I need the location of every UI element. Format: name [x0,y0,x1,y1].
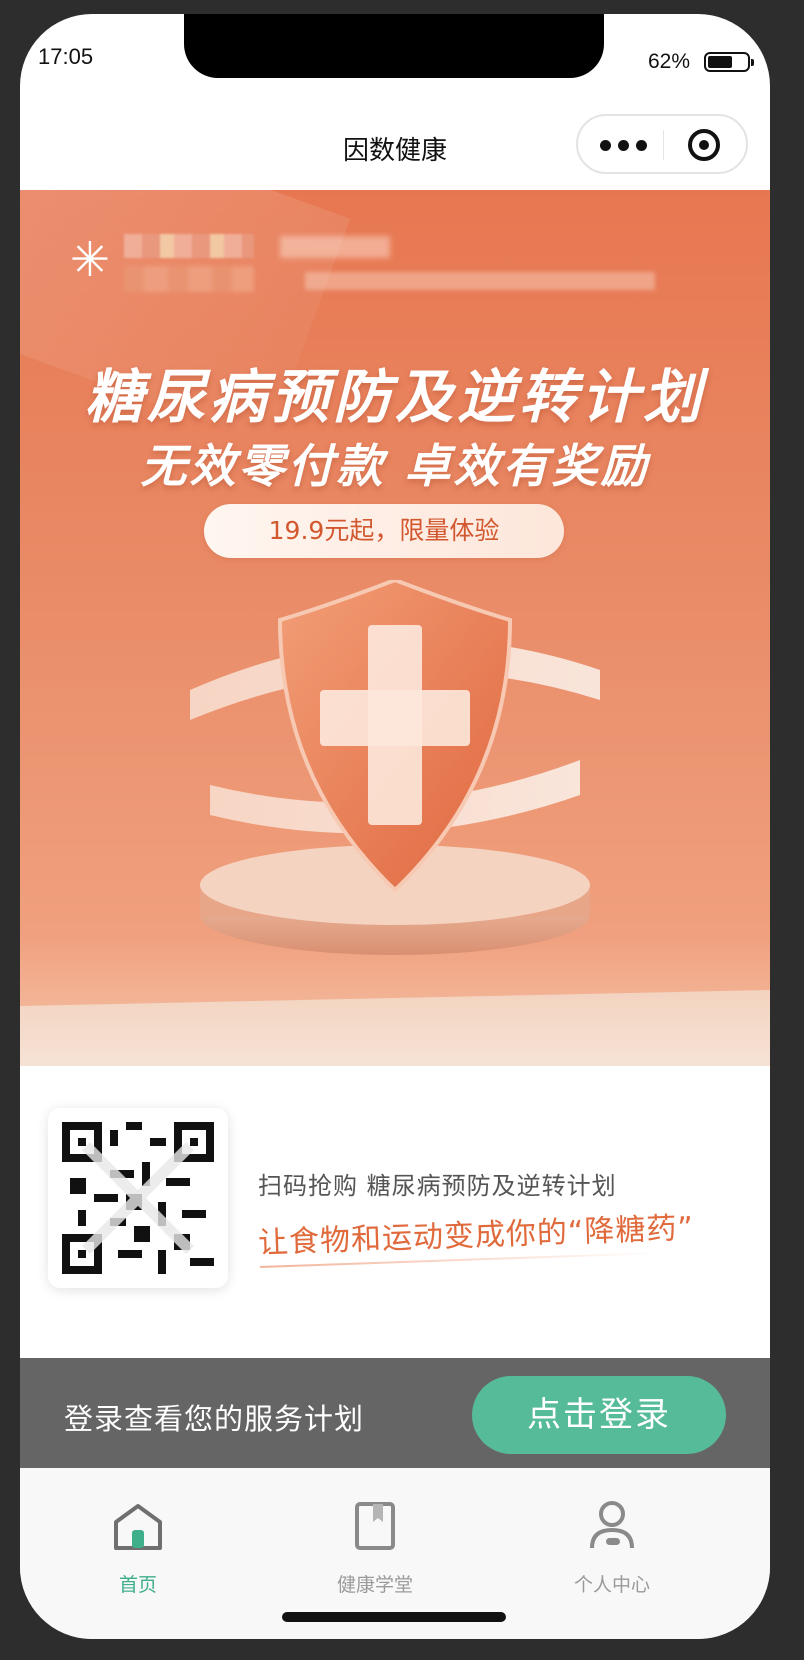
miniprogram-capsule [576,114,748,174]
status-time: 17:05 [38,44,94,69]
person-icon [590,1501,634,1549]
book-icon [355,1502,395,1550]
login-prompt-text: 登录查看您的服务计划 [64,1402,365,1436]
brand-logo-icon: ✳ [69,232,111,288]
qr-code[interactable] [48,1108,228,1288]
battery-icon [704,52,754,72]
home-indicator [282,1612,506,1622]
phone-screen: 17:05 62% 因数健康 ✳ 糖尿病预防及逆转计划 无效零付款 卓效有奖励 … [20,14,770,1639]
more-dots-icon[interactable] [600,135,648,155]
banner-subline: 无效零付款 卓效有奖励 [140,439,650,493]
tab-home[interactable]: 首页 [58,1500,218,1600]
tab-profile[interactable]: 个人中心 [532,1500,692,1600]
capsule-divider [663,130,664,160]
login-prompt-bar: 登录查看您的服务计划 点击登录 [20,1358,770,1468]
brand-logo-blurred: ✳ [60,230,655,300]
target-icon[interactable] [688,129,720,161]
login-button[interactable]: 点击登录 [472,1376,726,1454]
promo-banner[interactable]: ✳ 糖尿病预防及逆转计划 无效零付款 卓效有奖励 19.9元起，限量体验 [20,190,770,1066]
banner-floor [20,990,770,1066]
banner-headline: 糖尿病预防及逆转计划 [84,363,705,431]
qr-code-pattern [62,1122,214,1274]
battery-percentage: 62% [648,50,691,73]
camera-notch [184,14,604,78]
promo-scan-text: 扫码抢购 糖尿病预防及逆转计划 [258,1172,617,1200]
tab-health-school-label: 健康学堂 [336,1574,413,1596]
tab-home-label: 首页 [118,1574,157,1596]
shield-illustration [190,580,600,955]
price-tag: 19.9元起，限量体验 [204,504,564,558]
tab-health-school[interactable]: 健康学堂 [295,1500,455,1600]
tab-profile-label: 个人中心 [573,1574,650,1596]
scan-promo-section: 扫码抢购 糖尿病预防及逆转计划 让食物和运动变成你的“降糖药” [20,1066,770,1356]
battery-level-fill [708,56,732,68]
home-icon [114,1504,162,1550]
